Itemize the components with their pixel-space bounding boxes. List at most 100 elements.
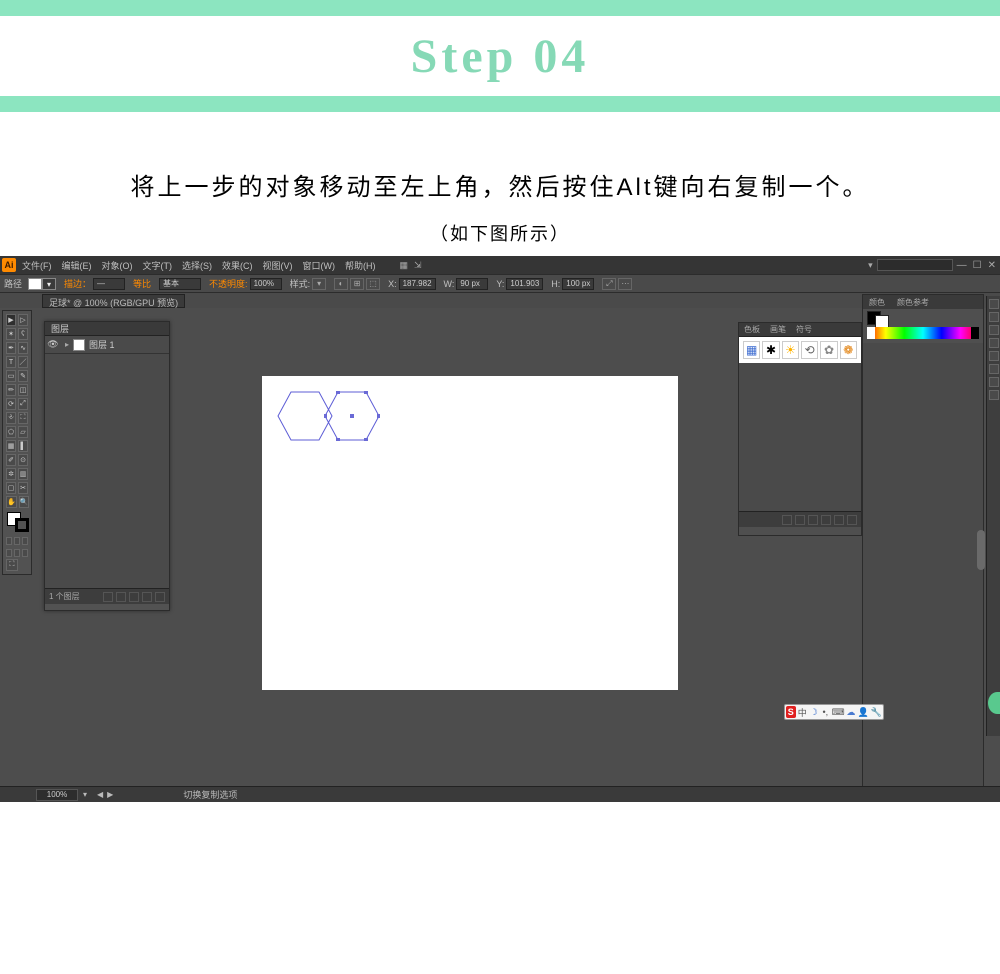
curvature-tool[interactable]: ∿: [18, 342, 28, 354]
w-field[interactable]: 90 px: [456, 278, 488, 290]
ime-lang-icon[interactable]: 中: [798, 706, 808, 718]
zoom-field[interactable]: 100%: [36, 789, 78, 801]
y-field[interactable]: 101.903: [506, 278, 543, 290]
make-clip-mask-icon[interactable]: [116, 592, 126, 602]
line-tool[interactable]: ／: [18, 356, 28, 368]
symbol-options-icon[interactable]: [821, 515, 831, 525]
menu-edit[interactable]: 编辑(E): [62, 259, 92, 272]
ime-tool-icon[interactable]: 🔧: [871, 706, 882, 718]
search-input[interactable]: [877, 259, 953, 271]
magic-wand-tool[interactable]: ✶: [6, 328, 16, 340]
dock-icon[interactable]: [989, 364, 999, 374]
color-mode-none-icon[interactable]: [22, 537, 28, 545]
layer-expand-icon[interactable]: ▸: [65, 340, 69, 349]
dock-icon[interactable]: [989, 390, 999, 400]
scale-tool[interactable]: ⤢: [18, 398, 28, 410]
rectangle-tool[interactable]: ▭: [6, 370, 16, 382]
stroke-swatch[interactable]: ▾: [42, 278, 56, 290]
equal-label[interactable]: 等比: [133, 277, 151, 290]
menu-object[interactable]: 对象(O): [102, 259, 133, 272]
window-close[interactable]: ✕: [988, 260, 996, 271]
ime-punct-icon[interactable]: •,: [821, 706, 831, 718]
shaper-tool[interactable]: ✏: [6, 384, 16, 396]
artboard-tool[interactable]: ▢: [6, 482, 16, 494]
symbol-item[interactable]: ☀: [782, 341, 799, 359]
workspace-switch-icon[interactable]: ▾: [868, 260, 873, 271]
gradient-tool[interactable]: ▌: [18, 440, 28, 452]
tab-brushes[interactable]: 画笔: [765, 324, 791, 335]
symbols-panel-header[interactable]: 色板 画笔 符号: [739, 323, 861, 337]
new-sublayer-icon[interactable]: [129, 592, 139, 602]
break-link-icon[interactable]: [808, 515, 818, 525]
perspective-tool[interactable]: ▱: [18, 426, 28, 438]
dock-icon[interactable]: [989, 377, 999, 387]
symbol-item[interactable]: ▦: [743, 341, 760, 359]
document-tab[interactable]: 足球* @ 100% (RGB/GPU 预览): [42, 294, 185, 308]
tab-color-guide[interactable]: 颜色参考: [891, 297, 935, 308]
layers-tab[interactable]: 图层: [45, 322, 75, 335]
layers-panel[interactable]: 图层 👁 ▸ 图层 1 1 个图层: [44, 321, 170, 611]
graph-tool[interactable]: ▥: [18, 468, 28, 480]
stroke-box[interactable]: [15, 518, 29, 532]
dock-icon[interactable]: [989, 325, 999, 335]
fill-stroke-swatches[interactable]: ▾: [28, 278, 56, 290]
width-tool[interactable]: ⎀: [6, 412, 16, 424]
ime-toolbar[interactable]: S 中 ☽ •, ⌨ ☁ 👤 🔧: [784, 704, 884, 720]
color-panel[interactable]: 颜色 颜色参考: [862, 294, 984, 802]
color-panel-header[interactable]: 颜色 颜色参考: [863, 295, 983, 309]
dock-icon[interactable]: [989, 351, 999, 361]
direct-selection-tool[interactable]: ▷: [18, 314, 28, 326]
menu-view[interactable]: 视图(V): [263, 259, 293, 272]
window-maximize[interactable]: ☐: [973, 260, 982, 271]
shape-builder-icon[interactable]: ⬚: [366, 278, 380, 290]
symbol-item[interactable]: ❁: [840, 341, 857, 359]
dock-icon[interactable]: [989, 338, 999, 348]
selection-tool[interactable]: ▶: [6, 314, 16, 326]
slice-tool[interactable]: ✂: [18, 482, 28, 494]
hexagon-copy-selected[interactable]: [324, 391, 380, 441]
zoom-dropdown-icon[interactable]: ▾: [83, 790, 87, 799]
locate-object-icon[interactable]: [103, 592, 113, 602]
options-icon[interactable]: ⋯: [618, 278, 632, 290]
mesh-tool[interactable]: ▦: [6, 440, 16, 452]
stroke-label[interactable]: 描边：: [64, 277, 91, 290]
symbols-panel[interactable]: 色板 画笔 符号 ▦ ✱ ☀ ⟲ ✿ ❁: [738, 322, 862, 536]
style-dropdown[interactable]: ▾: [312, 278, 326, 290]
hand-tool[interactable]: ✋: [6, 496, 17, 508]
artboard-nav-prev-icon[interactable]: ◀: [97, 790, 103, 799]
fill-stroke-control[interactable]: [7, 512, 33, 534]
tab-color[interactable]: 颜色: [863, 297, 891, 308]
symbol-item[interactable]: ✱: [762, 341, 779, 359]
menu-file[interactable]: 文件(F): [22, 259, 52, 272]
window-minimize[interactable]: —: [957, 260, 967, 271]
fill-swatch[interactable]: [28, 278, 42, 290]
ime-softkb-icon[interactable]: ⌨: [832, 706, 844, 718]
blend-tool[interactable]: ⊙: [18, 454, 28, 466]
brush-def-field[interactable]: 基本: [159, 278, 201, 290]
opacity-field[interactable]: 100%: [250, 278, 282, 290]
symbol-item[interactable]: ⟲: [801, 341, 818, 359]
color-spectrum[interactable]: [867, 327, 979, 339]
vertical-scrollbar[interactable]: [977, 530, 985, 570]
tab-swatches[interactable]: 色板: [739, 324, 765, 335]
transform-icon[interactable]: ⤢: [602, 278, 616, 290]
paintbrush-tool[interactable]: ✎: [18, 370, 28, 382]
ime-cloud-icon[interactable]: ☁: [846, 706, 856, 718]
lasso-tool[interactable]: ʕ: [18, 328, 28, 340]
color-fill-stroke[interactable]: [863, 309, 983, 327]
layer-row[interactable]: 👁 ▸ 图层 1: [45, 336, 169, 354]
ime-moon-icon[interactable]: ☽: [809, 706, 819, 718]
artboard[interactable]: [262, 376, 678, 690]
opacity-label[interactable]: 不透明度:: [209, 277, 248, 290]
ime-user-icon[interactable]: 👤: [858, 706, 869, 718]
arrange-icon[interactable]: ⇲: [414, 260, 422, 271]
bridge-icon[interactable]: ▦: [400, 260, 409, 271]
artboard-nav-next-icon[interactable]: ▶: [107, 790, 113, 799]
symbol-item[interactable]: ✿: [820, 341, 837, 359]
layers-panel-header[interactable]: 图层: [45, 322, 169, 336]
screen-mode-icon[interactable]: ⛶: [6, 559, 18, 571]
rotate-tool[interactable]: ⟳: [6, 398, 16, 410]
draw-normal-icon[interactable]: [6, 549, 12, 557]
type-tool[interactable]: T: [6, 356, 16, 368]
color-mode-gradient-icon[interactable]: [14, 537, 20, 545]
